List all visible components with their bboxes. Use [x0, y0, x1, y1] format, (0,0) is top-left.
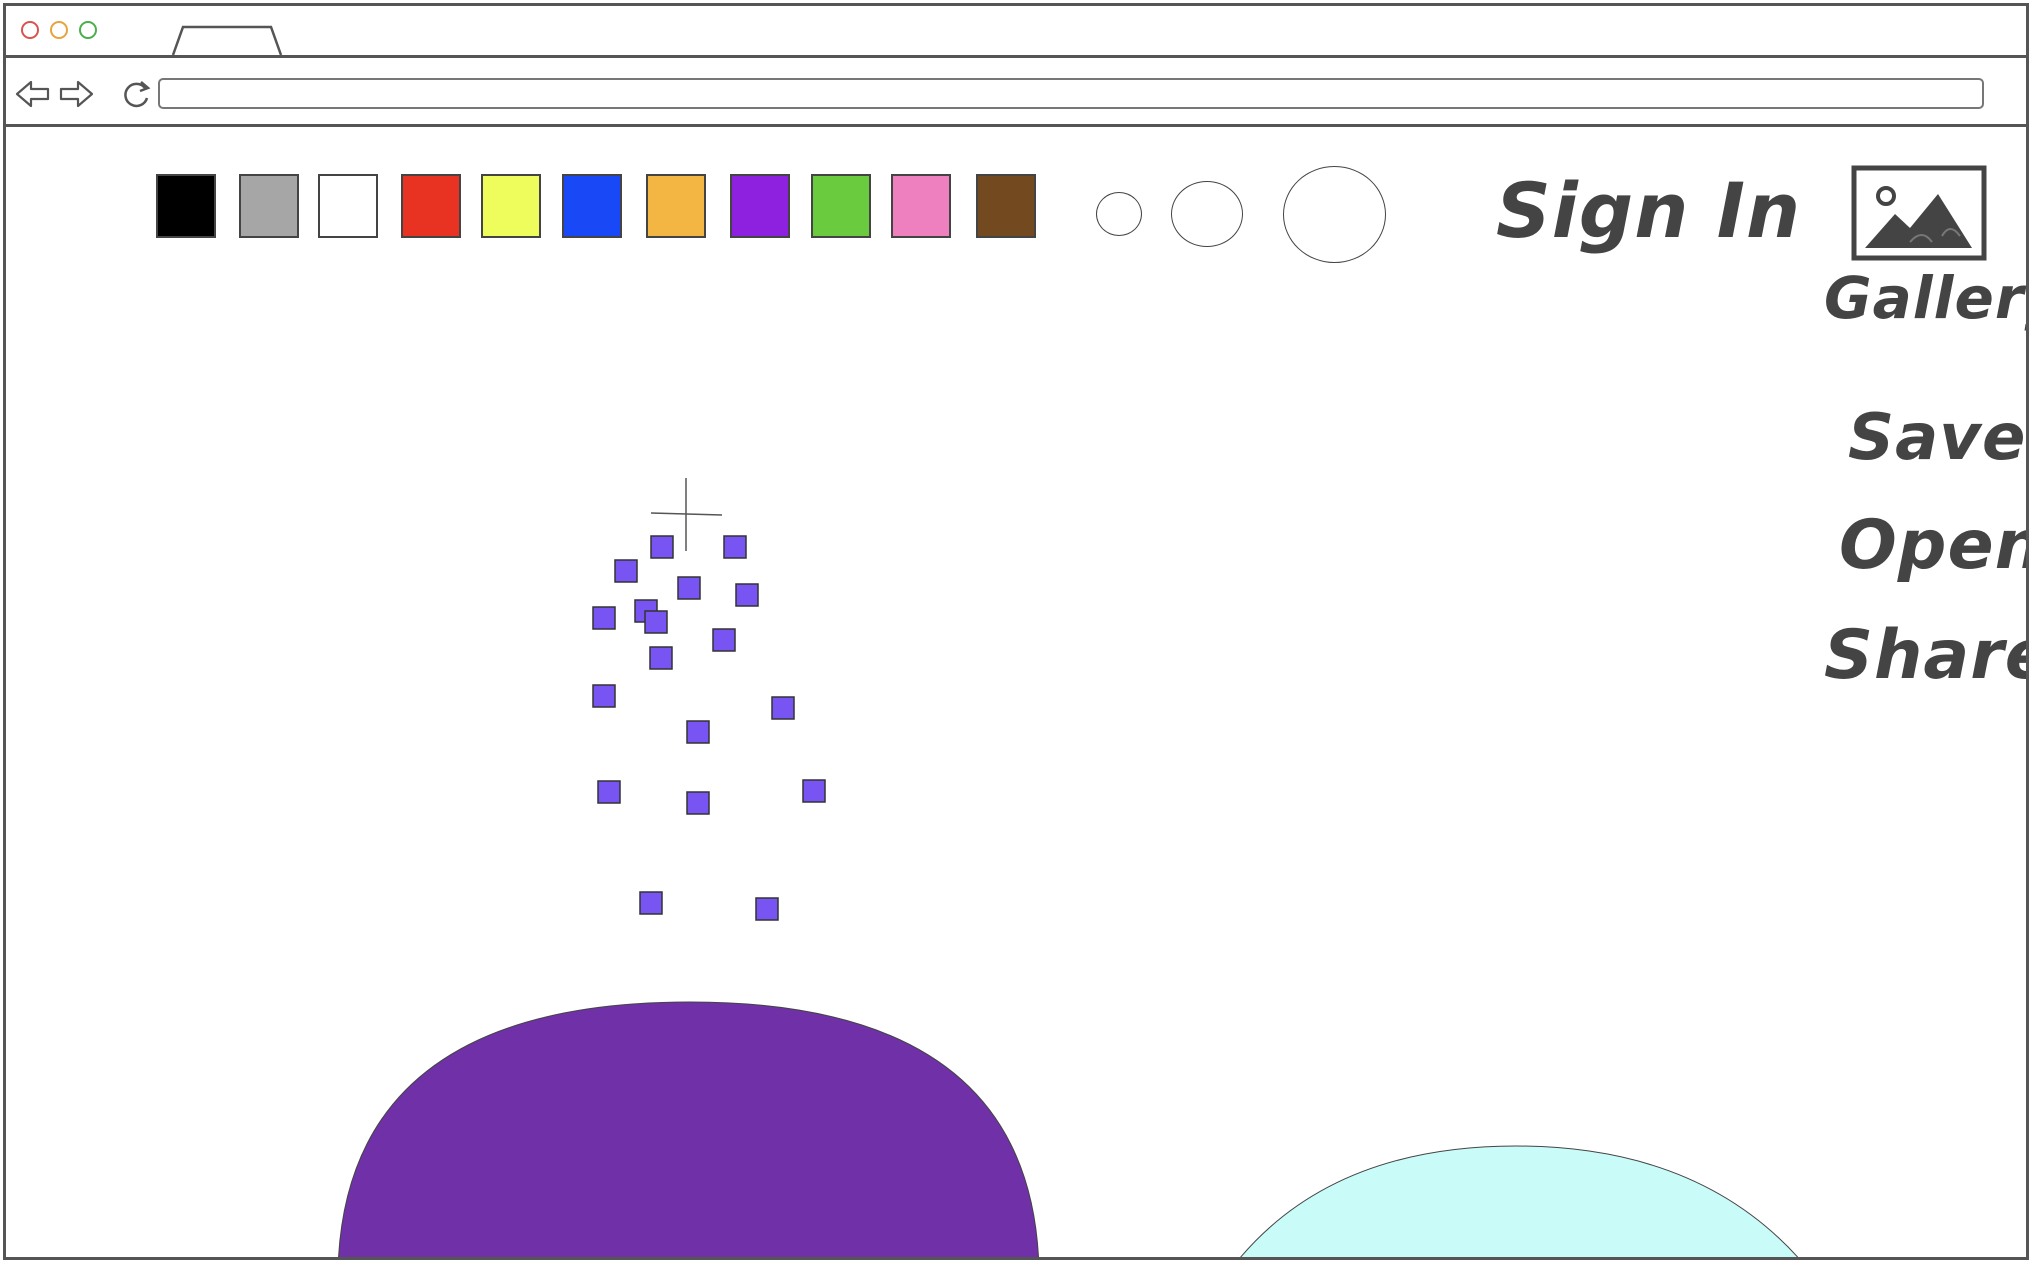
- spray-dot: [597, 780, 621, 804]
- purple-ellipse-shape: [338, 1001, 1039, 1257]
- spray-dot: [592, 606, 616, 630]
- spray-dot: [802, 779, 826, 803]
- cyan-ellipse-shape: [1240, 1145, 1799, 1257]
- spray-paint-strokes: [592, 535, 826, 921]
- spray-dot: [592, 684, 616, 708]
- spray-dot: [639, 891, 663, 915]
- spray-dot: [723, 535, 747, 559]
- spray-dot: [712, 628, 736, 652]
- spray-dot: [677, 576, 701, 600]
- spray-dot: [614, 559, 638, 583]
- spray-dot: [686, 791, 710, 815]
- spray-dot: [644, 610, 668, 634]
- spray-dot: [771, 696, 795, 720]
- spray-dot: [649, 646, 673, 670]
- spray-dot: [650, 535, 674, 559]
- spray-dot: [735, 583, 759, 607]
- drawing-canvas[interactable]: [6, 6, 2029, 1260]
- spray-dot: [686, 720, 710, 744]
- browser-window: Sign In Gallery Save Open Share: [3, 3, 2029, 1260]
- spray-dot: [755, 897, 779, 921]
